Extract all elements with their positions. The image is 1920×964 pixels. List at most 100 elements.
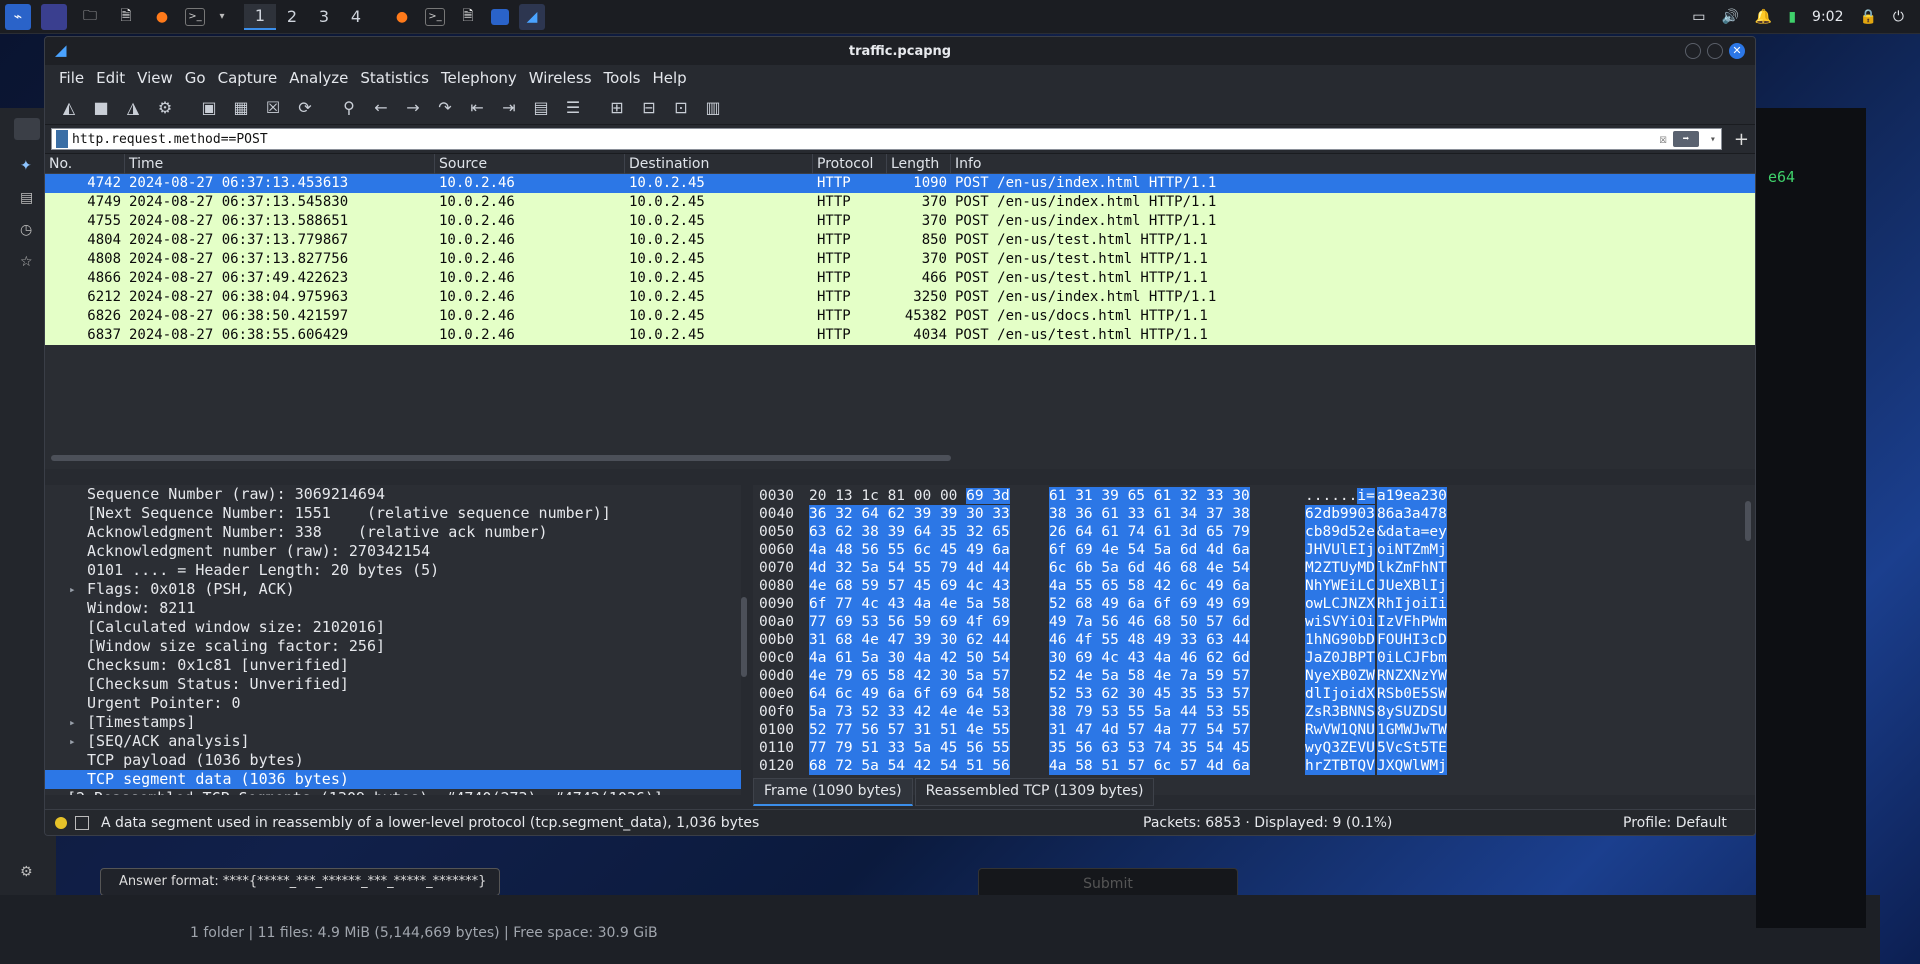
bookmark-icon[interactable] — [56, 130, 68, 148]
details-scrollbar[interactable] — [741, 597, 747, 677]
detail-line[interactable]: TCP payload (1036 bytes) — [45, 751, 741, 770]
menu-capture[interactable]: Capture — [212, 69, 284, 87]
desktop-icon[interactable] — [41, 3, 67, 30]
col-destination[interactable]: Destination — [625, 153, 813, 174]
capture-options-icon[interactable]: ⚙ — [151, 95, 179, 121]
col-source[interactable]: Source — [435, 153, 625, 174]
auto-scroll-icon[interactable]: ▤ — [527, 95, 555, 121]
workspace-2[interactable]: 2 — [276, 4, 308, 30]
firefox-icon[interactable]: ● — [149, 4, 175, 30]
profile-label[interactable]: Profile: Default — [1623, 815, 1727, 831]
detail-line[interactable]: Acknowledgment Number: 338 (relative ack… — [45, 523, 741, 542]
apply-filter-icon[interactable]: ➡ — [1672, 131, 1699, 147]
col-info[interactable]: Info — [951, 154, 1755, 174]
detail-line[interactable]: ▸ [Timestamps] — [45, 713, 741, 732]
editor-window-icon[interactable]: 🗎 — [455, 4, 481, 30]
volume-icon[interactable]: 🔊 — [1721, 9, 1738, 25]
packet-row[interactable]: 4808 2024-08-27 06:37:13.827756 10.0.2.46 1… — [45, 250, 1755, 269]
submit-button[interactable]: Submit — [978, 868, 1238, 898]
workspace-4[interactable]: 4 — [340, 4, 372, 30]
detail-line[interactable]: Urgent Pointer: 0 — [45, 694, 741, 713]
packet-row[interactable]: 4742 2024-08-27 06:37:13.453613 10.0.2.46 1… — [45, 174, 1755, 193]
detail-line[interactable]: [Window size scaling factor: 256] — [45, 637, 741, 656]
detail-line[interactable]: Checksum: 0x1c81 [unverified] — [45, 656, 741, 675]
notification-bell-icon[interactable]: 🔔 — [1755, 9, 1772, 25]
add-filter-button-icon[interactable]: + — [1734, 129, 1749, 150]
tab-frame[interactable]: Frame (1090 bytes) — [753, 778, 913, 806]
menu-telephony[interactable]: Telephony — [435, 69, 523, 87]
lock-icon[interactable]: 🔒 — [1859, 9, 1876, 25]
bytes-scrollbar[interactable] — [1745, 501, 1751, 541]
detail-line[interactable]: Window: 8211 — [45, 599, 741, 618]
packet-row[interactable]: 4749 2024-08-27 06:37:13.545830 10.0.2.46 1… — [45, 193, 1755, 212]
terminal-window-icon[interactable]: >_ — [425, 7, 445, 26]
firefox-window-icon[interactable]: ● — [389, 4, 415, 30]
maximize-button[interactable] — [1707, 43, 1723, 59]
expand-arrow-icon[interactable]: ▸ — [69, 732, 76, 751]
colorize-icon[interactable]: ☰ — [559, 95, 587, 121]
go-last-icon[interactable]: ⇥ — [495, 95, 523, 121]
save-file-icon[interactable]: ▦ — [227, 95, 255, 121]
detail-line[interactable]: [Next Sequence Number: 1551 (relative se… — [45, 504, 741, 523]
resize-columns-icon[interactable]: ▥ — [699, 95, 727, 121]
reload-file-icon[interactable]: ⟳ — [291, 95, 319, 121]
normal-size-icon[interactable]: ⊡ — [667, 95, 695, 121]
menu-analyze[interactable]: Analyze — [283, 69, 354, 87]
start-capture-icon[interactable]: ◭ — [55, 95, 83, 121]
menu-wireless[interactable]: Wireless — [523, 69, 598, 87]
wireshark-window-icon[interactable]: ◢ — [519, 3, 545, 30]
detail-line[interactable]: ▸ [2 Reassembled TCP Segments (1309 bytes… — [45, 789, 741, 795]
packet-row[interactable]: 6212 2024-08-27 06:38:04.975963 10.0.2.46 1… — [45, 288, 1755, 307]
expand-arrow-icon[interactable]: ▸ — [51, 789, 58, 795]
packet-row[interactable]: 6837 2024-08-27 06:38:55.606429 10.0.2.46 1… — [45, 326, 1755, 345]
detail-line[interactable]: 0101 .... = Header Length: 20 bytes (5) — [45, 561, 741, 580]
filter-text[interactable]: http.request.method==POST — [72, 132, 268, 147]
col-protocol[interactable]: Protocol — [813, 153, 887, 174]
tab-reassembled-tcp[interactable]: Reassembled TCP (1309 bytes) — [914, 778, 1155, 806]
clear-filter-icon[interactable]: ☒ — [1659, 132, 1667, 147]
expand-arrow-icon[interactable]: ▸ — [69, 713, 76, 732]
menu-help[interactable]: Help — [646, 69, 692, 87]
go-first-icon[interactable]: ⇤ — [463, 95, 491, 121]
packet-row[interactable]: 4804 2024-08-27 06:37:13.779867 10.0.2.46 1… — [45, 231, 1755, 250]
open-file-icon[interactable]: ▣ — [195, 95, 223, 121]
file-manager-icon[interactable]: 🗀 — [77, 4, 103, 30]
packet-row[interactable]: 4755 2024-08-27 06:37:13.588651 10.0.2.46 1… — [45, 212, 1755, 231]
menu-tools[interactable]: Tools — [598, 69, 647, 87]
zoom-in-icon[interactable]: ⊞ — [603, 95, 631, 121]
packet-list-scrollbar[interactable] — [51, 455, 951, 461]
display-icon[interactable]: ▭ — [1692, 9, 1705, 25]
detail-line[interactable]: TCP segment data (1036 bytes) — [45, 770, 741, 789]
power-icon[interactable]: ⏻ — [1893, 9, 1904, 25]
clock[interactable]: 9:02 — [1812, 9, 1843, 25]
expert-info-icon[interactable] — [55, 816, 67, 829]
packet-row[interactable]: 4866 2024-08-27 06:37:49.422623 10.0.2.46 1… — [45, 269, 1755, 288]
capture-comment-icon[interactable] — [75, 815, 89, 830]
sidebar-window-icon[interactable] — [14, 118, 40, 140]
detail-line[interactable]: Acknowledgment number (raw): 270342154 — [45, 542, 741, 561]
menu-go[interactable]: Go — [179, 69, 212, 87]
col-no[interactable]: No. — [45, 153, 125, 174]
menu-file[interactable]: File — [53, 69, 90, 87]
menu-statistics[interactable]: Statistics — [354, 69, 435, 87]
minimize-button[interactable] — [1685, 43, 1701, 59]
sidebar-settings-icon[interactable]: ⚙ — [20, 864, 33, 880]
detail-line[interactable]: ▸ Flags: 0x018 (PSH, ACK) — [45, 580, 741, 599]
kali-menu-icon[interactable]: ⌁ — [5, 3, 31, 30]
expand-arrow-icon[interactable]: ▸ — [69, 580, 76, 599]
menu-edit[interactable]: Edit — [90, 69, 131, 87]
display-filter-input[interactable]: http.request.method==POST ☒ ➡ ▾ — [51, 128, 1722, 150]
col-time[interactable]: Time — [125, 153, 435, 174]
detail-line[interactable]: [Checksum Status: Unverified] — [45, 675, 741, 694]
close-file-icon[interactable]: ☒ — [259, 95, 287, 121]
detail-line[interactable]: ▸ [SEQ/ACK analysis] — [45, 732, 741, 751]
detail-line[interactable]: Sequence Number (raw): 3069214694 — [45, 485, 741, 504]
stop-capture-icon[interactable]: ■ — [87, 95, 115, 121]
text-editor-icon[interactable]: 🗎 — [113, 4, 139, 30]
find-packet-icon[interactable]: ⚲ — [335, 95, 363, 121]
packet-row[interactable]: 6826 2024-08-27 06:38:50.421597 10.0.2.46 1… — [45, 307, 1755, 326]
chevron-down-icon[interactable]: ▾ — [215, 4, 229, 30]
go-back-icon[interactable]: ← — [367, 95, 395, 121]
go-to-packet-icon[interactable]: ↷ — [431, 95, 459, 121]
app-window-icon[interactable] — [491, 8, 509, 25]
